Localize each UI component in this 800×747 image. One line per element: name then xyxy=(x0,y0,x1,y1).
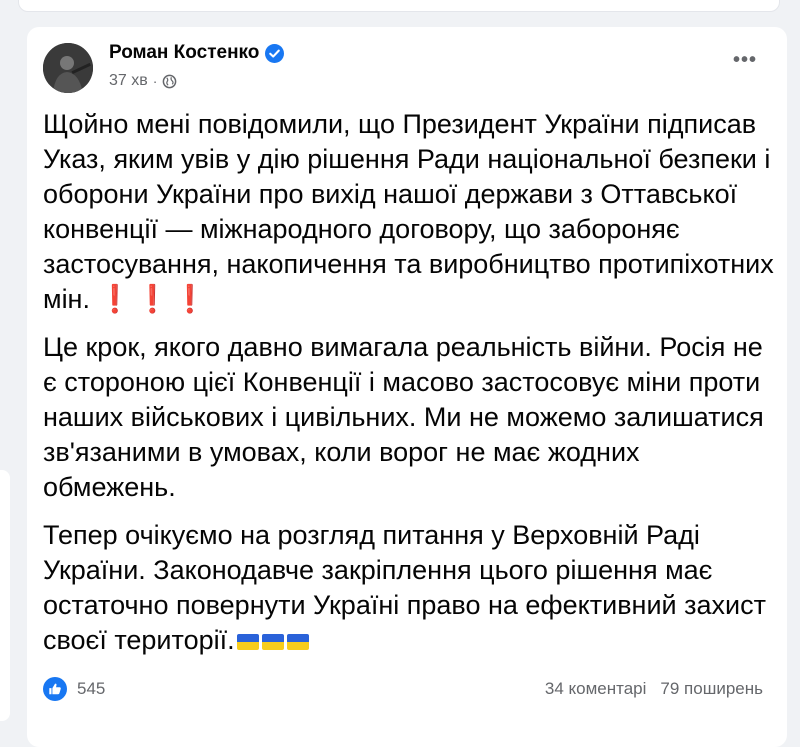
previous-post-card xyxy=(18,0,780,12)
ukraine-flag-icon xyxy=(236,633,259,650)
ukraine-flag-icon xyxy=(261,633,284,650)
reactions-count[interactable]: 545 xyxy=(77,679,105,699)
author-name[interactable]: Роман Костенко xyxy=(109,42,285,64)
like-icon xyxy=(43,677,67,701)
post-card: Роман Костенко 37 хв · ••• Щойно мені по… xyxy=(27,27,787,747)
ukraine-flags xyxy=(236,633,309,650)
post-body: Щойно мені повідомили, що Президент Укра… xyxy=(43,107,778,671)
more-options-icon[interactable]: ••• xyxy=(733,50,757,70)
globe-icon[interactable] xyxy=(162,74,177,89)
post-meta: 37 хв · xyxy=(109,72,177,90)
author-avatar[interactable] xyxy=(43,43,93,93)
verified-badge-icon xyxy=(265,43,285,63)
shares-count[interactable]: 79 поширень xyxy=(660,679,763,698)
side-panel-edge xyxy=(0,470,10,721)
post-paragraph: Щойно мені повідомили, що Президент Укра… xyxy=(43,107,778,317)
reactions-summary[interactable]: 545 xyxy=(43,677,105,701)
ukraine-flag-icon xyxy=(286,633,309,650)
comments-count[interactable]: 34 коментарі xyxy=(545,679,647,698)
author-name-text[interactable]: Роман Костенко xyxy=(109,42,259,64)
engagement-counts: 34 коментарі 79 поширень xyxy=(545,679,763,699)
meta-separator: · xyxy=(152,73,158,89)
post-paragraph: Це крок, якого давно вимагала реальність… xyxy=(43,330,778,505)
post-paragraph: Тепер очікуємо на розгляд питання у Верх… xyxy=(43,518,778,658)
post-paragraph-text: Це крок, якого давно вимагала реальність… xyxy=(43,332,764,502)
avatar-image xyxy=(43,43,93,93)
post-footer: 545 34 коментарі 79 поширень xyxy=(43,677,763,703)
post-paragraph-text: Тепер очікуємо на розгляд питання у Верх… xyxy=(43,520,766,655)
post-timestamp[interactable]: 37 хв xyxy=(109,72,148,90)
exclamation-emoji-icon: ❗❗❗ xyxy=(97,284,211,314)
